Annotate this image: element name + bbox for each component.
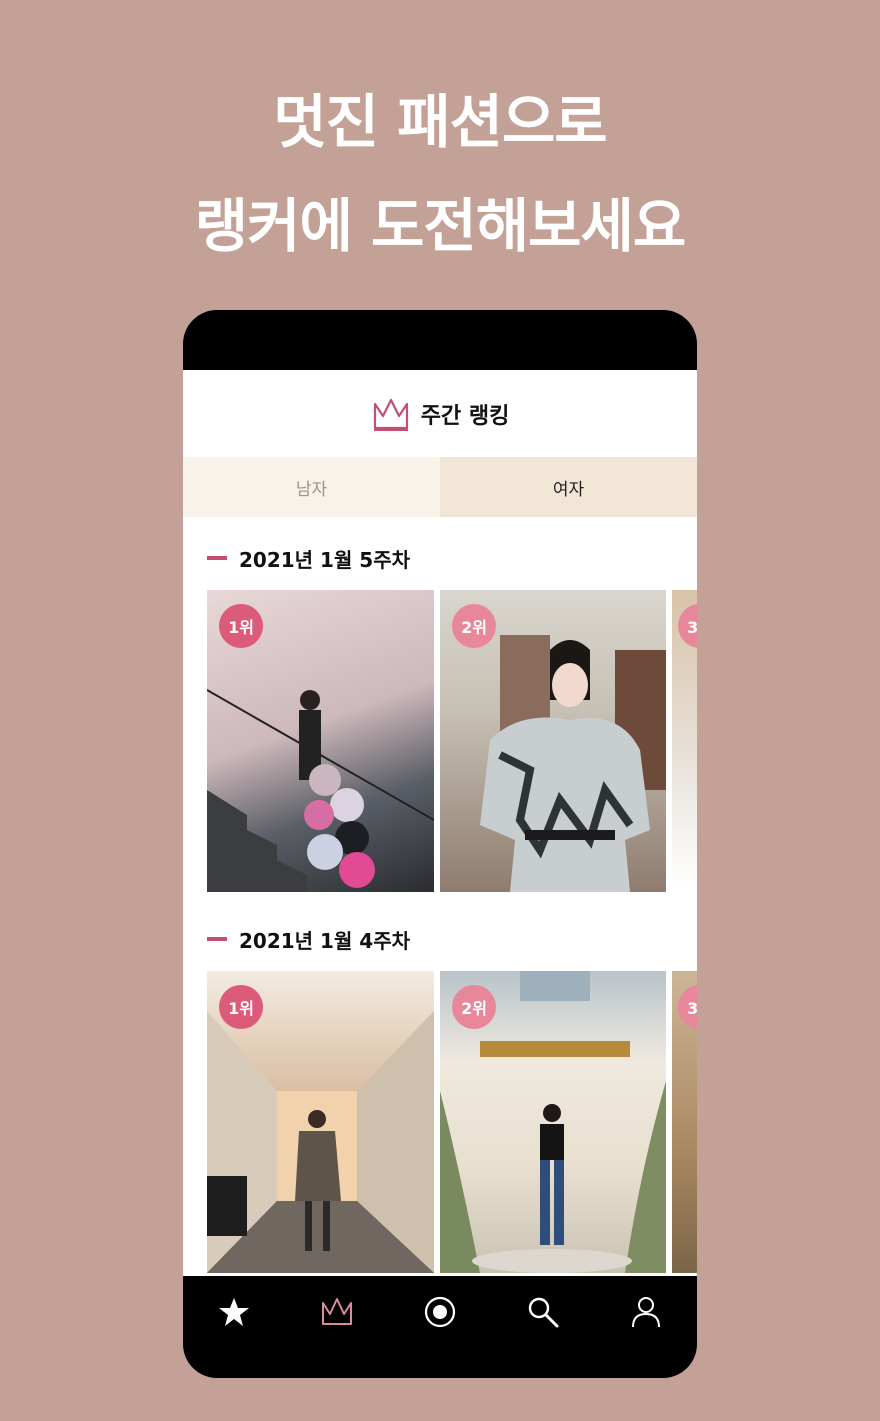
nav-profile[interactable]	[616, 1282, 676, 1342]
ranking-photo[interactable]: 3위	[672, 971, 697, 1273]
week-label: 2021년 1월 4주차	[239, 928, 411, 953]
ranking-photo[interactable]: 3위	[672, 590, 697, 892]
nav-home[interactable]	[204, 1282, 264, 1342]
section-dash	[207, 937, 227, 941]
page-title: 주간 랭킹	[420, 403, 510, 429]
tab-male[interactable]: 남자	[183, 457, 440, 517]
week-header: 2021년 1월 4주차	[183, 919, 697, 959]
crown-icon	[322, 1298, 353, 1325]
section-dash	[207, 556, 227, 560]
week-label: 2021년 1월 5주차	[239, 547, 411, 572]
ranking-photo[interactable]: 2위	[440, 590, 666, 892]
rank-badge: 3위	[678, 985, 697, 1029]
rank-badge: 2위	[452, 985, 496, 1029]
star-icon	[219, 1298, 250, 1326]
headline-line-1: 멋진 패션으로	[273, 88, 607, 156]
crown-icon	[373, 398, 408, 431]
promo-headline: 멋진 패션으로 랭커에 도전해보세요	[0, 70, 880, 278]
ranking-photo[interactable]: 1위	[207, 971, 434, 1273]
bottom-navigation	[183, 1276, 697, 1348]
week-section: 2021년 1월 5주차 1위 2위 3	[183, 538, 697, 892]
rank-badge: 3위	[678, 604, 697, 648]
week-section: 2021년 1월 4주차 1위 2위 3	[183, 919, 697, 1273]
nav-ranking[interactable]	[307, 1282, 367, 1342]
search-icon	[528, 1297, 559, 1328]
nav-record[interactable]	[410, 1282, 470, 1342]
rank-badge: 1위	[219, 604, 263, 648]
ranking-photo-row: 1위 2위 3위	[183, 590, 697, 892]
gender-tabs: 남자 여자	[183, 457, 697, 517]
nav-search[interactable]	[513, 1282, 573, 1342]
page-header: 주간 랭킹	[183, 370, 697, 457]
profile-icon	[631, 1297, 660, 1328]
rank-badge: 2위	[452, 604, 496, 648]
phone-frame: 주간 랭킹 남자 여자 2021년 1월 5주차 1위 2위 3 2021년 1…	[183, 310, 697, 1378]
tab-female[interactable]: 여자	[440, 457, 697, 517]
week-header: 2021년 1월 5주차	[183, 538, 697, 578]
record-icon	[424, 1296, 456, 1328]
ranking-photo[interactable]: 1위	[207, 590, 434, 892]
app-screen: 주간 랭킹 남자 여자 2021년 1월 5주차 1위 2위 3 2021년 1…	[183, 370, 697, 1276]
headline-line-2: 랭커에 도전해보세요	[194, 192, 686, 260]
rank-badge: 1위	[219, 985, 263, 1029]
ranking-photo[interactable]: 2위	[440, 971, 666, 1273]
ranking-photo-row: 1위 2위 3	[183, 971, 697, 1273]
